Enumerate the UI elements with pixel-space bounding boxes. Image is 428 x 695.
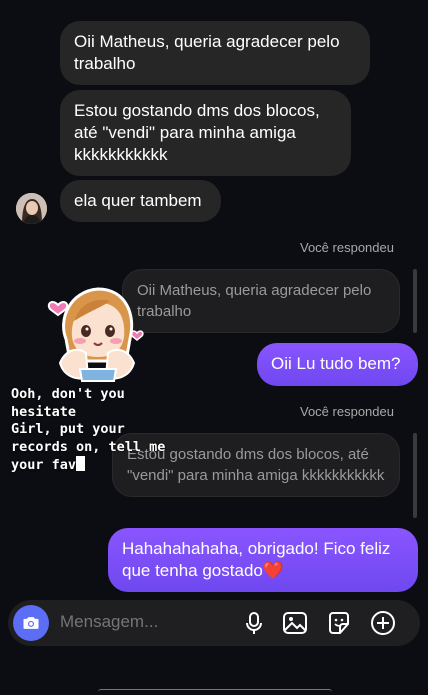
camera-icon — [23, 617, 39, 629]
message-text: Estou gostando dms dos blocos, até "vend… — [74, 101, 320, 164]
overlay-lyrics-text: Ooh, don't you hesitate Girl, put your r… — [11, 386, 165, 475]
message-sent-1[interactable]: Oii Lu tudo bem? — [257, 343, 418, 386]
message-text: Oii Lu tudo bem? — [271, 354, 401, 373]
replied-label: Você respondeu — [300, 404, 394, 419]
microphone-icon[interactable] — [241, 610, 267, 636]
message-composer — [8, 600, 420, 646]
sticker-icon[interactable] — [326, 610, 352, 636]
camera-button[interactable] — [13, 605, 49, 641]
reply-bar — [413, 269, 417, 333]
message-received-3[interactable]: ela quer tambem — [60, 180, 221, 222]
sticker-girl-icon — [47, 287, 144, 382]
avatar-image — [16, 193, 47, 224]
avatar[interactable] — [16, 193, 47, 224]
message-text: Oii Matheus, queria agradecer pelo traba… — [74, 32, 340, 73]
gallery-icon[interactable] — [282, 610, 308, 636]
replied-label: Você respondeu — [300, 240, 394, 255]
home-indicator — [98, 689, 332, 695]
reply-bar — [413, 433, 417, 518]
message-received-1[interactable]: Oii Matheus, queria agradecer pelo traba… — [60, 21, 370, 85]
quoted-text: Estou gostando dms dos blocos, até "vend… — [127, 446, 385, 484]
message-received-2[interactable]: Estou gostando dms dos blocos, até "vend… — [60, 90, 351, 176]
text-cursor — [76, 456, 86, 471]
message-input[interactable] — [60, 612, 230, 632]
quoted-message[interactable]: Oii Matheus, queria agradecer pelo traba… — [122, 269, 400, 333]
message-sent-2[interactable]: Hahahahahaha, obrigado! Fico feliz que t… — [108, 528, 418, 592]
overlay-text-content: Ooh, don't you hesitate Girl, put your r… — [11, 386, 166, 473]
add-icon[interactable] — [370, 610, 396, 636]
quoted-text: Oii Matheus, queria agradecer pelo traba… — [137, 282, 372, 320]
message-text: ela quer tambem — [74, 191, 202, 210]
message-text: Hahahahahaha, obrigado! Fico feliz que t… — [122, 539, 391, 580]
